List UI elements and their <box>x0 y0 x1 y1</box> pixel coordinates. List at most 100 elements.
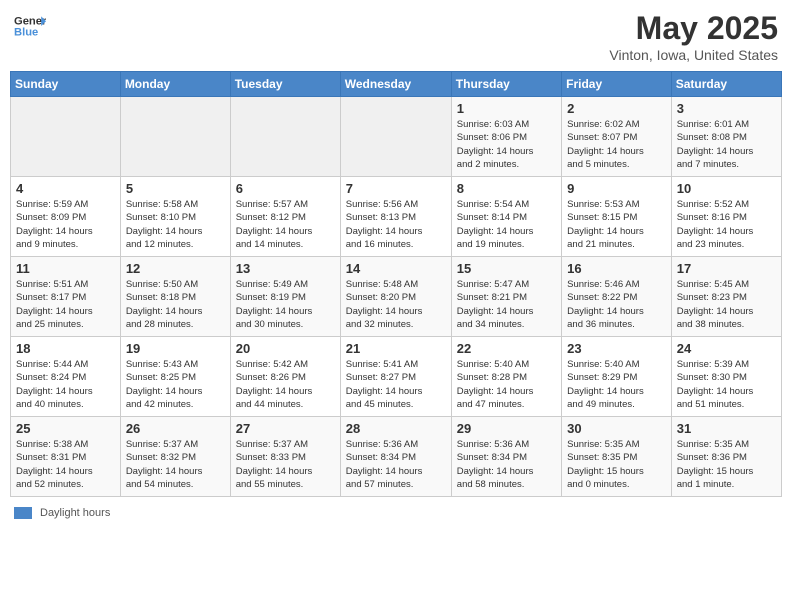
calendar-cell: 19Sunrise: 5:43 AM Sunset: 8:25 PM Dayli… <box>120 337 230 417</box>
calendar-cell: 8 Sunrise: 5:54 AM Sunset: 8:14 PM Daylig… <box>451 177 561 257</box>
page-header: General Blue May 2025 Vinton, Iowa, Unit… <box>10 10 782 63</box>
day-number: 27 <box>236 421 335 436</box>
day-info: Sunrise: 5:57 AM Sunset: 8:12 PM Dayligh… <box>236 198 335 251</box>
calendar-cell: 30 Sunrise: 5:35 AM Sunset: 8:35 PM Dayli… <box>562 417 672 497</box>
day-info: Sunrise: 5:59 AM Sunset: 8:09 PM Dayligh… <box>16 198 115 251</box>
day-info: Sunrise: 5:37 AM Sunset: 8:33 PM Dayligh… <box>236 438 335 491</box>
calendar-cell: 2Sunrise: 6:02 AM Sunset: 8:07 PM Daylig… <box>562 97 672 177</box>
day-number: 8 <box>457 181 556 196</box>
calendar-cell: 12Sunrise: 5:50 AM Sunset: 8:18 PM Dayli… <box>120 257 230 337</box>
calendar-week-row: 18 Sunrise: 5:44 AM Sunset: 8:24 PM Dayli… <box>11 337 782 417</box>
calendar-week-row: 4 Sunrise: 5:59 AM Sunset: 8:09 PM Daylig… <box>11 177 782 257</box>
calendar-day-header: Sunday <box>11 72 121 97</box>
calendar-cell: 20Sunrise: 5:42 AM Sunset: 8:26 PM Dayli… <box>230 337 340 417</box>
calendar-cell: 31Sunrise: 5:35 AM Sunset: 8:36 PM Dayli… <box>671 417 781 497</box>
calendar-cell <box>120 97 230 177</box>
calendar-cell: 5 Sunrise: 5:58 AM Sunset: 8:10 PM Daylig… <box>120 177 230 257</box>
day-number: 15 <box>457 261 556 276</box>
day-info: Sunrise: 5:48 AM Sunset: 8:20 PM Dayligh… <box>346 278 446 331</box>
day-info: Sunrise: 5:58 AM Sunset: 8:10 PM Dayligh… <box>126 198 225 251</box>
calendar-cell: 18 Sunrise: 5:44 AM Sunset: 8:24 PM Dayli… <box>11 337 121 417</box>
calendar-cell: 22Sunrise: 5:40 AM Sunset: 8:28 PM Dayli… <box>451 337 561 417</box>
day-number: 3 <box>677 101 776 116</box>
day-info: Sunrise: 5:36 AM Sunset: 8:34 PM Dayligh… <box>457 438 556 491</box>
calendar-day-header: Wednesday <box>340 72 451 97</box>
calendar-day-header: Thursday <box>451 72 561 97</box>
calendar-cell: 16Sunrise: 5:46 AM Sunset: 8:22 PM Dayli… <box>562 257 672 337</box>
calendar-cell: 11 Sunrise: 5:51 AM Sunset: 8:17 PM Dayli… <box>11 257 121 337</box>
day-number: 17 <box>677 261 776 276</box>
day-number: 26 <box>126 421 225 436</box>
calendar-cell: 27 Sunrise: 5:37 AM Sunset: 8:33 PM Dayli… <box>230 417 340 497</box>
logo: General Blue <box>14 10 46 42</box>
calendar-cell: 13 Sunrise: 5:49 AM Sunset: 8:19 PM Dayli… <box>230 257 340 337</box>
calendar-day-header: Friday <box>562 72 672 97</box>
day-info: Sunrise: 6:01 AM Sunset: 8:08 PM Dayligh… <box>677 118 776 171</box>
calendar-week-row: 11 Sunrise: 5:51 AM Sunset: 8:17 PM Dayli… <box>11 257 782 337</box>
calendar-cell: 23Sunrise: 5:40 AM Sunset: 8:29 PM Dayli… <box>562 337 672 417</box>
day-number: 24 <box>677 341 776 356</box>
day-number: 25 <box>16 421 115 436</box>
day-info: Sunrise: 6:03 AM Sunset: 8:06 PM Dayligh… <box>457 118 556 171</box>
month-title: May 2025 <box>609 10 778 47</box>
day-info: Sunrise: 5:50 AM Sunset: 8:18 PM Dayligh… <box>126 278 225 331</box>
day-info: Sunrise: 5:40 AM Sunset: 8:28 PM Dayligh… <box>457 358 556 411</box>
day-number: 30 <box>567 421 666 436</box>
day-info: Sunrise: 5:37 AM Sunset: 8:32 PM Dayligh… <box>126 438 225 491</box>
day-number: 13 <box>236 261 335 276</box>
calendar-cell <box>11 97 121 177</box>
day-info: Sunrise: 5:52 AM Sunset: 8:16 PM Dayligh… <box>677 198 776 251</box>
calendar-cell: 29 Sunrise: 5:36 AM Sunset: 8:34 PM Dayli… <box>451 417 561 497</box>
day-number: 10 <box>677 181 776 196</box>
calendar-cell: 6Sunrise: 5:57 AM Sunset: 8:12 PM Daylig… <box>230 177 340 257</box>
calendar-day-header: Tuesday <box>230 72 340 97</box>
day-number: 11 <box>16 261 115 276</box>
calendar-day-header: Monday <box>120 72 230 97</box>
day-number: 1 <box>457 101 556 116</box>
calendar-cell: 4 Sunrise: 5:59 AM Sunset: 8:09 PM Daylig… <box>11 177 121 257</box>
day-info: Sunrise: 5:35 AM Sunset: 8:35 PM Dayligh… <box>567 438 666 491</box>
calendar-day-header: Saturday <box>671 72 781 97</box>
day-info: Sunrise: 5:40 AM Sunset: 8:29 PM Dayligh… <box>567 358 666 411</box>
svg-text:Blue: Blue <box>14 27 38 39</box>
day-info: Sunrise: 5:44 AM Sunset: 8:24 PM Dayligh… <box>16 358 115 411</box>
day-info: Sunrise: 5:46 AM Sunset: 8:22 PM Dayligh… <box>567 278 666 331</box>
day-info: Sunrise: 5:39 AM Sunset: 8:30 PM Dayligh… <box>677 358 776 411</box>
day-number: 28 <box>346 421 446 436</box>
calendar-cell: 14 Sunrise: 5:48 AM Sunset: 8:20 PM Dayli… <box>340 257 451 337</box>
calendar-cell <box>230 97 340 177</box>
day-info: Sunrise: 5:54 AM Sunset: 8:14 PM Dayligh… <box>457 198 556 251</box>
day-number: 29 <box>457 421 556 436</box>
day-info: Sunrise: 5:36 AM Sunset: 8:34 PM Dayligh… <box>346 438 446 491</box>
calendar-cell: 1 Sunrise: 6:03 AM Sunset: 8:06 PM Daylig… <box>451 97 561 177</box>
day-info: Sunrise: 6:02 AM Sunset: 8:07 PM Dayligh… <box>567 118 666 171</box>
title-block: May 2025 Vinton, Iowa, United States <box>609 10 778 63</box>
day-info: Sunrise: 5:35 AM Sunset: 8:36 PM Dayligh… <box>677 438 776 491</box>
calendar-table: SundayMondayTuesdayWednesdayThursdayFrid… <box>10 71 782 497</box>
day-info: Sunrise: 5:38 AM Sunset: 8:31 PM Dayligh… <box>16 438 115 491</box>
day-info: Sunrise: 5:56 AM Sunset: 8:13 PM Dayligh… <box>346 198 446 251</box>
day-info: Sunrise: 5:41 AM Sunset: 8:27 PM Dayligh… <box>346 358 446 411</box>
day-number: 18 <box>16 341 115 356</box>
day-info: Sunrise: 5:45 AM Sunset: 8:23 PM Dayligh… <box>677 278 776 331</box>
legend: Daylight hours <box>10 503 782 523</box>
location: Vinton, Iowa, United States <box>609 47 778 63</box>
calendar-cell: 17 Sunrise: 5:45 AM Sunset: 8:23 PM Dayli… <box>671 257 781 337</box>
calendar-cell: 15Sunrise: 5:47 AM Sunset: 8:21 PM Dayli… <box>451 257 561 337</box>
calendar-cell: 7Sunrise: 5:56 AM Sunset: 8:13 PM Daylig… <box>340 177 451 257</box>
calendar-cell: 24 Sunrise: 5:39 AM Sunset: 8:30 PM Dayli… <box>671 337 781 417</box>
day-number: 4 <box>16 181 115 196</box>
calendar-cell: 25 Sunrise: 5:38 AM Sunset: 8:31 PM Dayli… <box>11 417 121 497</box>
calendar-cell: 9Sunrise: 5:53 AM Sunset: 8:15 PM Daylig… <box>562 177 672 257</box>
day-number: 9 <box>567 181 666 196</box>
day-info: Sunrise: 5:49 AM Sunset: 8:19 PM Dayligh… <box>236 278 335 331</box>
calendar-cell: 26 Sunrise: 5:37 AM Sunset: 8:32 PM Dayli… <box>120 417 230 497</box>
day-info: Sunrise: 5:51 AM Sunset: 8:17 PM Dayligh… <box>16 278 115 331</box>
day-number: 5 <box>126 181 225 196</box>
calendar-cell: 21Sunrise: 5:41 AM Sunset: 8:27 PM Dayli… <box>340 337 451 417</box>
day-number: 19 <box>126 341 225 356</box>
calendar-cell: 10 Sunrise: 5:52 AM Sunset: 8:16 PM Dayli… <box>671 177 781 257</box>
day-number: 14 <box>346 261 446 276</box>
legend-box <box>14 507 32 519</box>
calendar-week-row: 25 Sunrise: 5:38 AM Sunset: 8:31 PM Dayli… <box>11 417 782 497</box>
